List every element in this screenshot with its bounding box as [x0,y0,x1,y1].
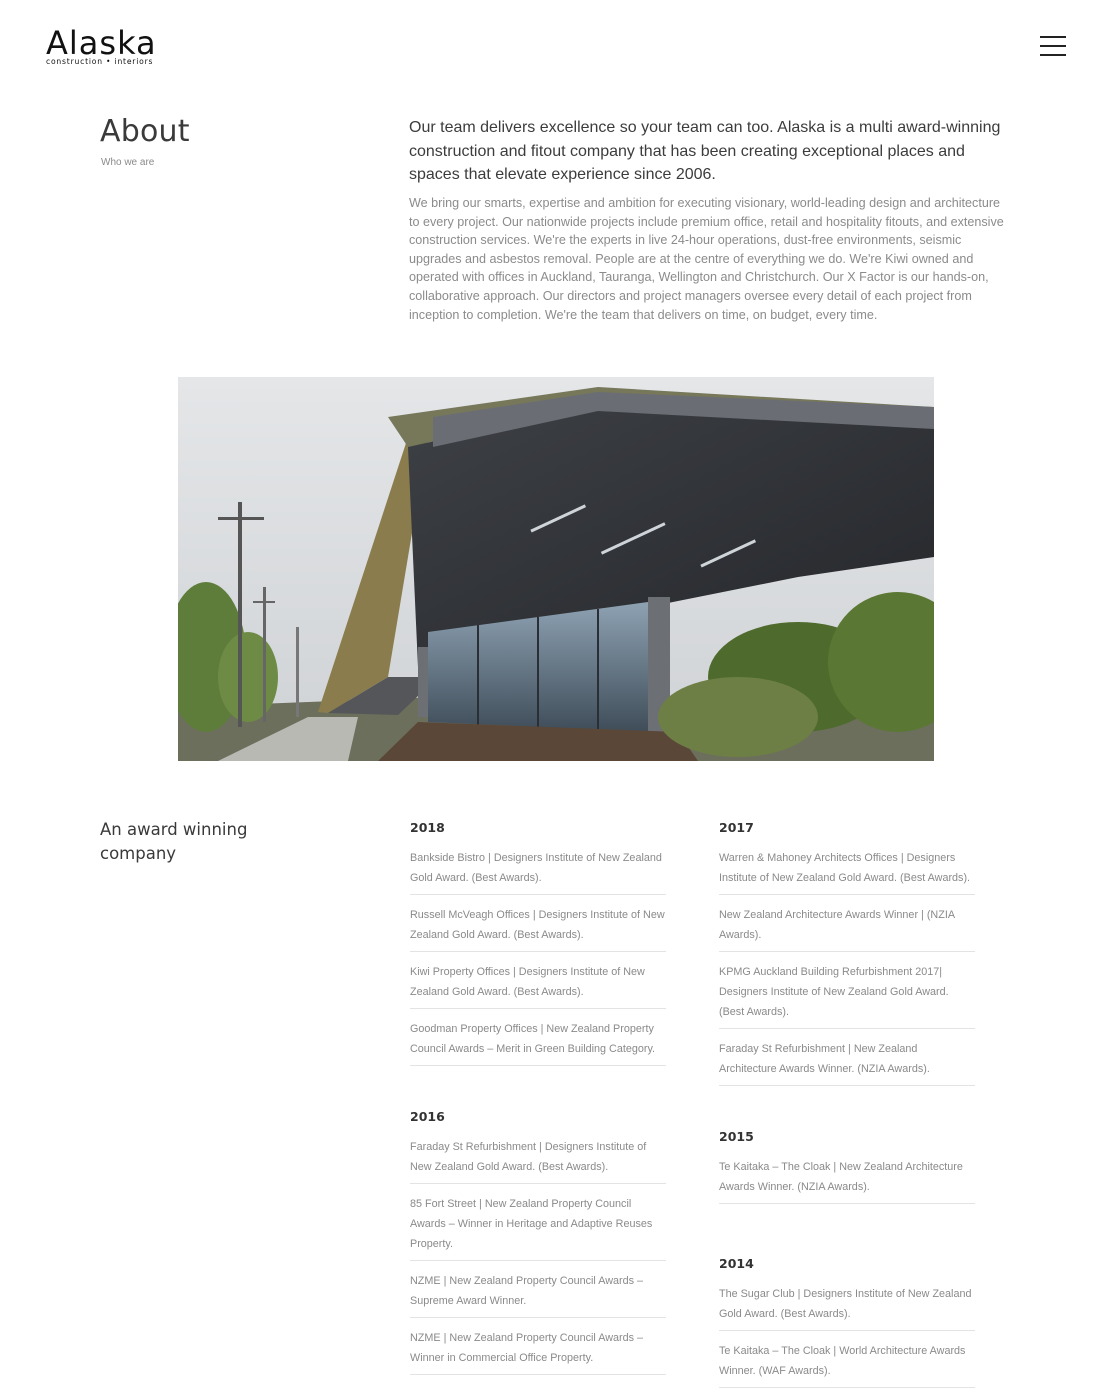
award-item: Te Kaitaka – The Cloak | World Architect… [719,1339,975,1388]
logo-wordmark: Alaska [46,24,157,62]
year-label: 2015 [719,1129,754,1144]
award-item: Faraday St Refurbishment | Designers Ins… [410,1135,666,1184]
award-item: Bankside Bistro | Designers Institute of… [410,846,666,895]
year-label: 2017 [719,820,754,835]
award-item: NZME | New Zealand Property Council Awar… [410,1326,666,1375]
awards-year-2016: 2016 Faraday St Refurbishment | Designer… [410,1109,666,1383]
intro-paragraph: Our team delivers excellence so your tea… [409,119,1001,183]
awards-year-2018: 2018 Bankside Bistro | Designers Institu… [410,820,666,1074]
award-item: Warren & Mahoney Architects Offices | De… [719,846,975,895]
site-header: Alaska construction • interiors [0,0,1112,90]
award-item: Faraday St Refurbishment | New Zealand A… [719,1037,975,1086]
awards-year-2017: 2017 Warren & Mahoney Architects Offices… [719,820,975,1094]
awards-heading: An award winning company [100,820,248,863]
award-item: Kiwi Property Offices | Designers Instit… [410,960,666,1009]
year-label: 2014 [719,1256,754,1271]
award-item: Te Kaitaka – The Cloak | New Zealand Arc… [719,1155,975,1204]
award-item: Russell McVeagh Offices | Designers Inst… [410,903,666,952]
award-item: NZME | New Zealand Property Council Awar… [410,1269,666,1318]
building-photo [178,377,934,761]
award-item: KPMG Auckland Building Refurbishment 201… [719,960,975,1029]
page-subtitle: Who we are [101,157,155,168]
year-label: 2016 [410,1109,445,1124]
awards-year-2015: 2015 Te Kaitaka – The Cloak | New Zealan… [719,1129,975,1212]
logo-tagline: construction • interiors [46,57,154,66]
award-item: New Zealand Architecture Awards Winner |… [719,903,975,952]
award-item: Goodman Property Offices | New Zealand P… [410,1017,666,1066]
hamburger-menu-icon[interactable] [1040,36,1066,58]
about-body-paragraph: We bring our smarts, expertise and ambit… [409,196,1004,322]
awards-year-2014: 2014 The Sugar Club | Designers Institut… [719,1256,975,1396]
alaska-logo[interactable]: Alaska construction • interiors [46,24,186,68]
page-title: About [100,114,190,149]
award-item: 85 Fort Street | New Zealand Property Co… [410,1192,666,1261]
award-item: The Sugar Club | Designers Institute of … [719,1282,975,1331]
year-label: 2018 [410,820,445,835]
